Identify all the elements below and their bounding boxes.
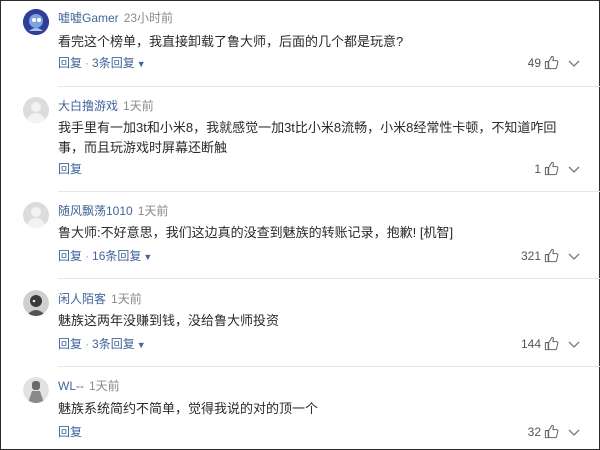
like-control[interactable]: 321 [501, 248, 559, 264]
comment-actions: 回复 [58, 161, 82, 177]
comment-text: 魅族这两年没赚到钱，没给鲁大师投资 [58, 313, 280, 328]
username[interactable]: 随风飘荡1010 [58, 204, 133, 218]
like-count: 32 [527, 425, 541, 439]
like-count: 321 [520, 249, 541, 263]
divider [58, 86, 600, 87]
separator-dot: · [85, 337, 90, 351]
comment-time: 1天前 [111, 292, 142, 306]
view-replies-link[interactable]: 3条回复 [92, 337, 135, 351]
like-count: 49 [527, 56, 541, 70]
comment-time: 1天前 [89, 379, 120, 393]
comment-actions: 回复 [58, 424, 82, 440]
username[interactable]: 闲人陌客 [58, 292, 106, 306]
like-control[interactable]: 32 [501, 424, 559, 440]
chevron-down-icon[interactable]: ▼ [143, 249, 152, 265]
chevron-down-icon[interactable]: ▼ [137, 337, 146, 353]
comment-meta: WL-- 1天前 [58, 378, 120, 394]
comment-actions: 回复 · 3条回复 ▼ [58, 55, 146, 72]
comment-text: 鲁大师:不好意思，我们这边真的没查到魅族的转账记录，抱歉! [机智] [58, 225, 454, 240]
user-avatar[interactable] [23, 377, 49, 403]
more-icon[interactable] [567, 337, 581, 351]
view-replies-link[interactable]: 3条回复 [92, 56, 135, 70]
reply-button[interactable]: 回复 [58, 162, 82, 176]
comment-time: 1天前 [123, 99, 154, 113]
photo-avatar-icon [23, 377, 49, 403]
comment-actions: 回复 · 3条回复 ▼ [58, 336, 146, 353]
like-control[interactable]: 49 [501, 55, 559, 71]
thumbs-up-icon[interactable] [544, 336, 559, 351]
reply-button[interactable]: 回复 [58, 337, 82, 351]
divider [58, 366, 600, 367]
divider [58, 278, 600, 279]
username[interactable]: WL-- [58, 379, 84, 393]
reply-button[interactable]: 回复 [58, 56, 82, 70]
more-icon[interactable] [567, 425, 581, 439]
user-avatar[interactable] [23, 290, 49, 316]
user-avatar[interactable] [23, 9, 49, 35]
reply-button[interactable]: 回复 [58, 425, 82, 439]
photo-avatar-icon [23, 290, 49, 316]
default-avatar-icon[interactable] [23, 202, 49, 228]
like-count: 144 [520, 337, 541, 351]
separator-dot: · [85, 249, 90, 263]
like-control[interactable]: 144 [501, 336, 559, 352]
comment-meta: 闲人陌客 1天前 [58, 291, 142, 307]
more-icon[interactable] [567, 249, 581, 263]
comment-meta: 嘘嘘Gamer 23小时前 [58, 10, 173, 26]
gamer-avatar-icon [23, 9, 49, 35]
comment-list: 嘘嘘Gamer 23小时前 看完这个榜单，我直接卸载了鲁大师，后面的几个都是玩意?… [0, 0, 600, 450]
comment-text: 我手里有一加3t和小米8，我就感觉一加3t比小米8流畅，小米8经常性卡顿，不知道… [58, 120, 557, 155]
more-icon[interactable] [567, 162, 581, 176]
chevron-down-icon[interactable]: ▼ [137, 56, 146, 72]
thumbs-up-icon[interactable] [544, 161, 559, 176]
comment-meta: 随风飘荡1010 1天前 [58, 203, 168, 219]
comment-actions: 回复 · 16条回复 ▼ [58, 248, 152, 265]
thumbs-up-icon[interactable] [544, 55, 559, 70]
comment-text: 魅族系统简约不简单，觉得我说的对的顶一个 [58, 401, 319, 416]
comment-text: 看完这个榜单，我直接卸载了鲁大师，后面的几个都是玩意? [58, 34, 404, 49]
thumbs-up-icon[interactable] [544, 424, 559, 439]
default-avatar-icon[interactable] [23, 97, 49, 123]
reply-button[interactable]: 回复 [58, 249, 82, 263]
comment-time: 1天前 [137, 204, 169, 218]
like-control[interactable]: 1 [501, 161, 559, 177]
like-count: 1 [534, 162, 541, 176]
view-replies-link[interactable]: 16条回复 [92, 249, 141, 263]
thumbs-up-icon[interactable] [544, 248, 559, 263]
comment-meta: 大白撸游戏 1天前 [58, 98, 154, 114]
more-icon[interactable] [567, 56, 581, 70]
username[interactable]: 嘘嘘Gamer [58, 11, 119, 25]
comment-time: 23小时前 [123, 11, 174, 25]
username[interactable]: 大白撸游戏 [58, 99, 118, 113]
separator-dot: · [85, 56, 90, 70]
divider [58, 191, 600, 192]
